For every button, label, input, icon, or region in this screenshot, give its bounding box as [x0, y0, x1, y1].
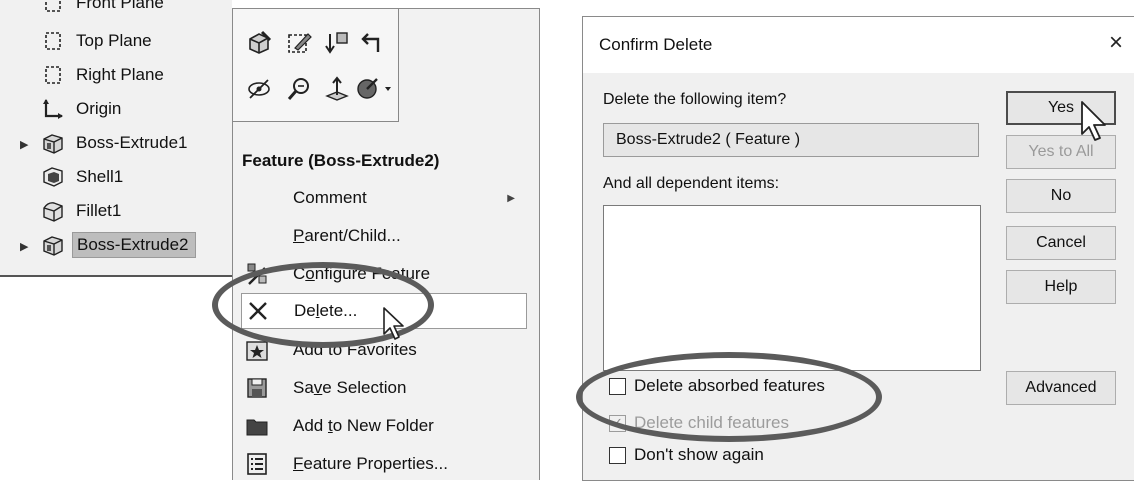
configure-feature-icon	[245, 262, 269, 286]
tree-item-top-plane[interactable]: Top Plane	[40, 26, 152, 56]
plane-icon	[40, 0, 66, 14]
advanced-button[interactable]: Advanced	[1006, 371, 1116, 405]
dont-show-again-checkbox[interactable]: Don't show again	[609, 445, 764, 465]
context-toolbar	[233, 9, 399, 122]
menu-item-label: Delete...	[294, 301, 358, 320]
expand-arrow-icon[interactable]: ▶	[20, 240, 28, 253]
properties-icon	[245, 452, 269, 476]
tree-item-label: Top Plane	[76, 31, 152, 50]
plane-icon	[40, 30, 66, 52]
tree-item-shell1[interactable]: Shell1	[40, 162, 123, 192]
menu-item-configure-feature[interactable]: Configure Feature	[233, 257, 539, 291]
delete-prompt-label: Delete the following item?	[603, 91, 787, 108]
feature-tree: Front Plane Top Plane Right Plane Origin…	[0, 0, 232, 277]
tree-item-label: Fillet1	[76, 201, 122, 220]
extrude-icon	[40, 234, 66, 256]
save-selection-icon	[245, 376, 269, 400]
tree-item-boss-extrude2[interactable]: Boss-Extrude2	[40, 230, 196, 260]
menu-item-add-to-new-folder[interactable]: Add to New Folder	[233, 409, 539, 443]
menu-item-label: Save Selection	[293, 378, 407, 397]
delete-absorbed-checkbox[interactable]: Delete absorbed features	[609, 376, 825, 396]
menu-item-feature-properties[interactable]: Feature Properties...	[233, 447, 539, 481]
edit-sketch-icon[interactable]	[283, 27, 315, 59]
menu-item-label: Comment	[293, 188, 367, 207]
tree-item-fillet1[interactable]: Fillet1	[40, 196, 121, 226]
undo-icon[interactable]	[355, 27, 387, 59]
folder-icon	[245, 414, 269, 438]
shell-icon	[40, 166, 66, 188]
tree-item-label: Front Plane	[76, 0, 164, 12]
extrude-icon	[40, 132, 66, 154]
menu-item-label: Add to New Folder	[293, 416, 434, 435]
dependent-items-list[interactable]	[603, 205, 981, 371]
tree-item-label: Boss-Extrude1	[76, 133, 188, 152]
hide-icon[interactable]	[243, 73, 275, 105]
fillet-icon	[40, 200, 66, 222]
edit-feature-icon[interactable]	[243, 27, 275, 59]
checkbox-box[interactable]: ✓	[609, 414, 626, 432]
tree-item-label: Origin	[76, 99, 122, 118]
delete-child-checkbox[interactable]: ✓ Delete child features	[609, 413, 789, 433]
submenu-arrow-icon: ▶	[507, 192, 515, 204]
expand-arrow-icon[interactable]: ▶	[20, 138, 28, 151]
tree-item-label: Right Plane	[76, 65, 164, 84]
mouse-cursor-icon	[1080, 100, 1110, 149]
cancel-button[interactable]: Cancel	[1006, 226, 1116, 260]
zoom-to-selection-icon[interactable]	[283, 73, 315, 105]
normal-to-icon[interactable]	[321, 73, 353, 105]
checkbox-box[interactable]	[609, 377, 626, 395]
no-button[interactable]: No	[1006, 179, 1116, 213]
rollback-icon[interactable]	[321, 27, 353, 59]
context-menu: Feature (Boss-Extrude2) Comment ▶ Parent…	[232, 8, 540, 480]
item-to-delete-field: Boss-Extrude2 ( Feature )	[603, 123, 979, 157]
tree-item-boss-extrude1[interactable]: Boss-Extrude1	[40, 128, 188, 158]
menu-item-label: Parent/Child...	[293, 226, 401, 245]
origin-icon	[40, 98, 66, 120]
checkbox-label: Delete absorbed features	[634, 376, 825, 395]
dependent-items-label: And all dependent items:	[603, 175, 780, 192]
tree-item-label-selected: Boss-Extrude2	[72, 232, 196, 258]
checkbox-label: Don't show again	[634, 445, 764, 464]
appearance-icon[interactable]	[355, 73, 395, 105]
mouse-cursor-icon	[382, 306, 408, 347]
checkbox-box[interactable]	[609, 446, 626, 464]
delete-x-icon	[246, 299, 270, 323]
dialog-title: Confirm Delete	[599, 35, 713, 54]
menu-item-comment[interactable]: Comment ▶	[233, 181, 539, 215]
menu-item-parent-child[interactable]: Parent/Child...	[233, 219, 539, 253]
favorites-icon	[245, 338, 269, 362]
close-icon[interactable]: ×	[1109, 29, 1123, 57]
dialog-titlebar: Confirm Delete ×	[583, 17, 1134, 73]
checkbox-label: Delete child features	[634, 413, 789, 432]
tree-item-label: Shell1	[76, 167, 124, 186]
menu-item-label: Configure Feature	[293, 264, 431, 283]
menu-item-save-selection[interactable]: Save Selection	[233, 371, 539, 405]
tree-item-origin[interactable]: Origin	[40, 94, 121, 124]
plane-icon	[40, 64, 66, 86]
help-button[interactable]: Help	[1006, 270, 1116, 304]
tree-item-front-plane[interactable]: Front Plane	[40, 0, 164, 18]
menu-item-label: Feature Properties...	[293, 454, 448, 473]
confirm-delete-dialog: Confirm Delete × Delete the following it…	[582, 16, 1134, 481]
context-menu-header: Feature (Boss-Extrude2)	[242, 151, 440, 170]
tree-item-right-plane[interactable]: Right Plane	[40, 60, 164, 90]
